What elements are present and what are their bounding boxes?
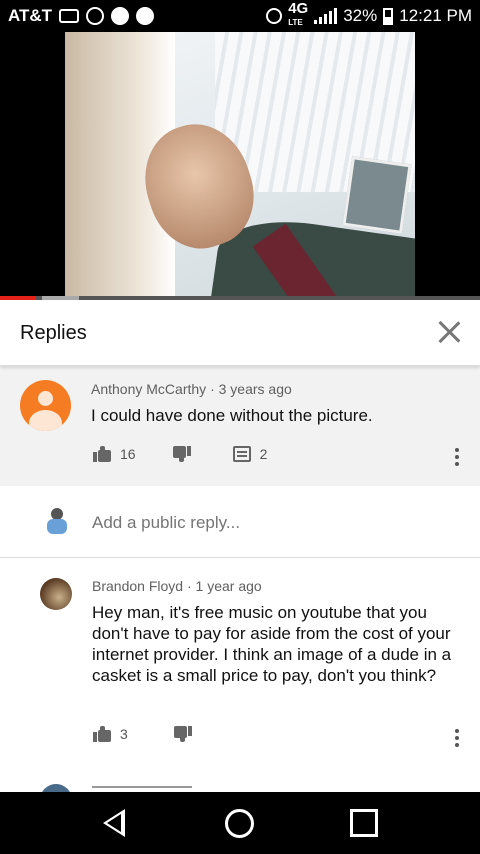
do-not-disturb-icon (111, 7, 130, 25)
bluetooth-icon (266, 8, 283, 24)
reply-input[interactable] (92, 513, 452, 533)
replies-title: Replies (20, 322, 87, 344)
home-icon[interactable] (225, 809, 254, 838)
navigation-bar (0, 792, 480, 854)
back-icon[interactable] (103, 809, 125, 837)
notification-icon (136, 7, 155, 25)
battery-percent: 32% (343, 6, 378, 25)
battery-icon (383, 7, 394, 25)
comment-actions: 16 2 (93, 446, 267, 462)
reply-text: Hey man, it's free music on youtube that… (92, 603, 452, 685)
carrier-name: AT&T (8, 6, 53, 25)
user-avatar (42, 506, 72, 538)
avatar[interactable] (40, 578, 72, 610)
reply-time: 1 year ago (195, 578, 262, 594)
reply-item: Brandon Floyd · 1 year ago Hey man, it's… (0, 558, 480, 792)
comment-text: I could have done without the picture. (91, 406, 373, 425)
like-count: 3 (120, 726, 128, 742)
add-reply-row (0, 486, 480, 558)
comment-meta: Anthony McCarthy · 3 years ago (91, 381, 292, 397)
video-player[interactable] (0, 32, 480, 300)
comment-author[interactable]: Anthony McCarthy (91, 381, 206, 397)
like-icon[interactable] (93, 446, 111, 462)
at-icon (86, 7, 105, 25)
dislike-icon[interactable] (174, 726, 192, 742)
network-type: 4G LTE (288, 0, 309, 27)
avatar[interactable] (40, 784, 72, 792)
status-bar: AT&T 4G LTE 32% 12:21 PM (0, 0, 480, 32)
close-icon[interactable] (438, 321, 460, 343)
reply-count: 2 (259, 446, 268, 462)
signal-icon (314, 8, 338, 24)
replies-header: Replies (0, 300, 480, 366)
avatar[interactable] (20, 380, 71, 431)
main-comment: Anthony McCarthy · 3 years ago I could h… (0, 366, 480, 486)
clock: 12:21 PM (399, 6, 472, 25)
like-icon[interactable] (93, 726, 111, 742)
more-options-icon[interactable] (455, 729, 459, 747)
dislike-icon[interactable] (173, 446, 191, 462)
video-thumbnail (65, 32, 415, 300)
more-options-icon[interactable] (455, 448, 459, 466)
reply-icon[interactable] (232, 446, 251, 462)
like-count: 16 (120, 446, 136, 462)
recent-apps-icon[interactable] (350, 809, 378, 837)
comment-time: 3 years ago (218, 381, 292, 397)
voicemail-icon (59, 9, 80, 23)
reply-actions: 3 (93, 726, 192, 742)
reply-author[interactable]: Brandon Floyd (92, 578, 183, 594)
reply-meta: Brandon Floyd · 1 year ago (92, 578, 262, 594)
